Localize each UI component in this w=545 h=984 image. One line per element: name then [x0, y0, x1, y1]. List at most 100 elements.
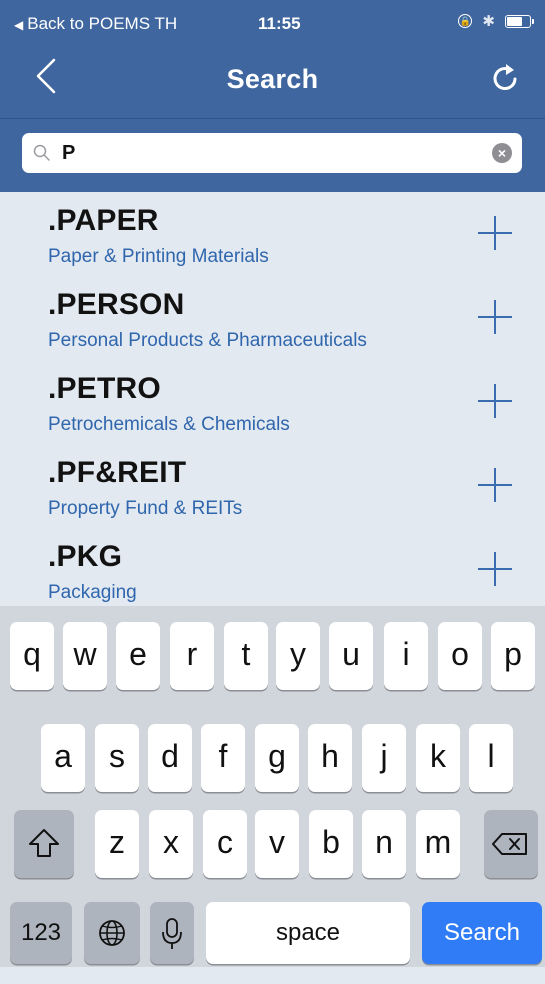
result-code: .PKG: [48, 540, 123, 573]
page-title: Search: [226, 64, 319, 94]
key-f[interactable]: f: [201, 724, 245, 792]
search-box[interactable]: ×: [22, 133, 522, 173]
key-label: p: [504, 636, 522, 672]
numbers-key-label: 123: [20, 919, 62, 946]
search-input[interactable]: [62, 133, 472, 173]
key-r[interactable]: r: [170, 622, 214, 690]
shift-icon: [29, 829, 59, 857]
key-j[interactable]: j: [362, 724, 406, 792]
key-w[interactable]: w: [63, 622, 107, 690]
plus-icon[interactable]: [478, 216, 512, 250]
back-to-app-label: Back to POEMS TH: [27, 14, 178, 33]
key-label: y: [290, 636, 306, 672]
key-s[interactable]: s: [95, 724, 139, 792]
key-y[interactable]: y: [276, 622, 320, 690]
search-key[interactable]: Search: [422, 902, 542, 964]
key-label: g: [268, 738, 286, 774]
key-label: v: [269, 824, 285, 860]
plus-icon[interactable]: [478, 384, 512, 418]
search-icon: [33, 144, 50, 161]
plus-icon[interactable]: [478, 552, 512, 586]
space-key-label: space: [275, 919, 341, 946]
key-z[interactable]: z: [95, 810, 139, 878]
key-label: b: [322, 824, 340, 860]
space-key[interactable]: space: [206, 902, 410, 964]
status-time: 11:55: [258, 14, 301, 33]
back-triangle-icon: ◀: [14, 18, 24, 32]
key-label: c: [217, 824, 233, 860]
key-i[interactable]: i: [384, 622, 428, 690]
dictation-key[interactable]: [150, 902, 194, 964]
key-b[interactable]: b: [309, 810, 353, 878]
search-results-list: .PAPER Paper & Printing Materials .PERSO…: [0, 192, 545, 606]
status-bar: ◀ Back to POEMS TH 11:55 🔒 ✱: [0, 0, 545, 40]
battery-fill: [507, 16, 522, 26]
key-x[interactable]: x: [149, 810, 193, 878]
key-label: j: [380, 738, 388, 774]
result-name: Petrochemicals & Chemicals: [48, 414, 290, 435]
key-label: t: [241, 636, 251, 672]
key-p[interactable]: p: [491, 622, 535, 690]
key-label: w: [73, 636, 97, 672]
refresh-icon[interactable]: [489, 62, 523, 96]
microphone-icon: [162, 918, 182, 949]
result-row[interactable]: .PERSON Personal Products & Pharmaceutic…: [0, 276, 545, 360]
search-key-label: Search: [443, 919, 521, 946]
key-h[interactable]: h: [308, 724, 352, 792]
key-label: d: [161, 738, 179, 774]
key-q[interactable]: q: [10, 622, 54, 690]
navigation-bar: Search: [0, 40, 545, 118]
key-l[interactable]: l: [469, 724, 513, 792]
numbers-key[interactable]: 123: [10, 902, 72, 964]
key-o[interactable]: o: [438, 622, 482, 690]
key-k[interactable]: k: [416, 724, 460, 792]
result-code: .PAPER: [48, 204, 159, 237]
key-u[interactable]: u: [329, 622, 373, 690]
key-label: m: [424, 824, 452, 860]
key-label: f: [218, 738, 228, 774]
keyboard: q w e r t y u i o p a s d f g h j k l z …: [0, 606, 545, 967]
backspace-icon: [492, 833, 527, 855]
key-label: a: [54, 738, 72, 774]
result-row[interactable]: .PF&REIT Property Fund & REITs: [0, 444, 545, 528]
key-label: l: [487, 738, 495, 774]
back-to-app-link[interactable]: ◀ Back to POEMS TH: [14, 14, 177, 34]
clear-search-icon[interactable]: ×: [492, 143, 512, 163]
battery-icon: [505, 14, 534, 28]
key-a[interactable]: a: [41, 724, 85, 792]
plus-icon[interactable]: [478, 468, 512, 502]
key-n[interactable]: n: [362, 810, 406, 878]
key-label: s: [109, 738, 125, 774]
key-g[interactable]: g: [255, 724, 299, 792]
key-t[interactable]: t: [224, 622, 268, 690]
key-label: k: [430, 738, 446, 774]
key-label: q: [23, 636, 41, 672]
result-name: Packaging: [48, 582, 137, 603]
key-label: n: [375, 824, 393, 860]
key-m[interactable]: m: [416, 810, 460, 878]
result-code: .PF&REIT: [48, 456, 187, 489]
result-row[interactable]: .PETRO Petrochemicals & Chemicals: [0, 360, 545, 444]
key-label: i: [402, 636, 410, 672]
shift-key[interactable]: [14, 810, 74, 878]
orientation-lock-icon: 🔒: [458, 14, 473, 28]
key-label: z: [109, 824, 125, 860]
plus-icon[interactable]: [478, 300, 512, 334]
result-code: .PETRO: [48, 372, 161, 405]
result-name: Property Fund & REITs: [48, 498, 243, 519]
result-name: Personal Products & Pharmaceuticals: [48, 330, 367, 351]
delete-key[interactable]: [484, 810, 538, 878]
globe-key[interactable]: [84, 902, 140, 964]
key-e[interactable]: e: [116, 622, 160, 690]
key-label: u: [342, 636, 360, 672]
status-icons: 🔒 ✱: [458, 12, 534, 30]
result-row[interactable]: .PKG Packaging: [0, 528, 545, 606]
key-v[interactable]: v: [255, 810, 299, 878]
top-bar: ◀ Back to POEMS TH 11:55 🔒 ✱ Search: [0, 0, 545, 118]
key-label: r: [186, 636, 198, 672]
key-label: e: [129, 636, 147, 672]
bluetooth-icon: ✱: [482, 13, 495, 30]
key-c[interactable]: c: [203, 810, 247, 878]
result-row[interactable]: .PAPER Paper & Printing Materials: [0, 192, 545, 276]
key-d[interactable]: d: [148, 724, 192, 792]
